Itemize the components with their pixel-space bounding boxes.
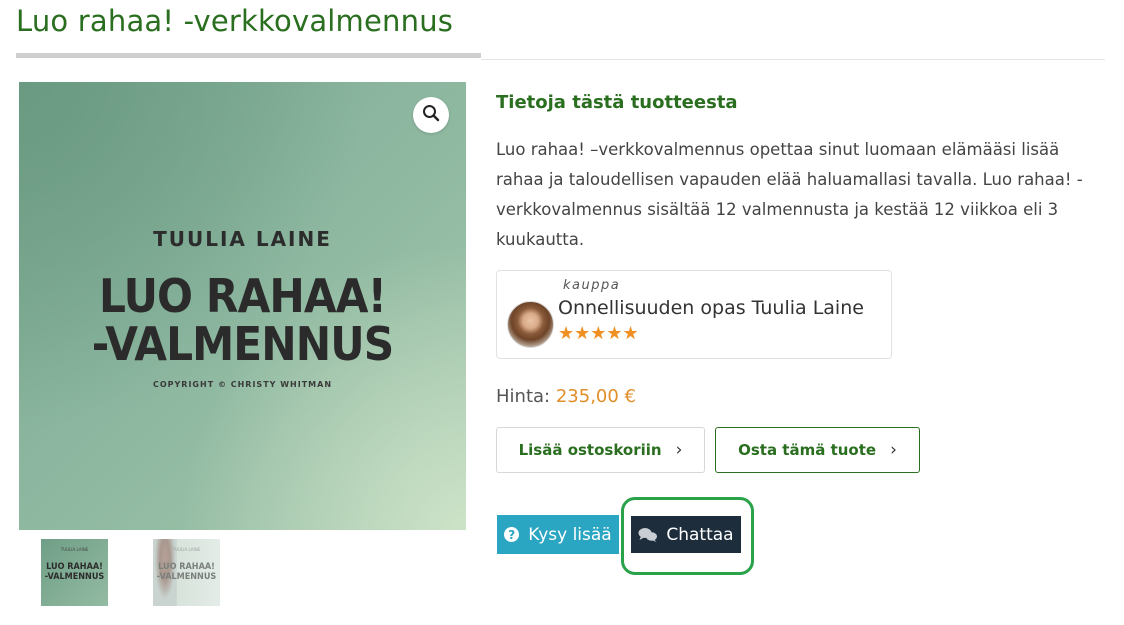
buy-now-button[interactable]: Osta tämä tuote ›	[715, 427, 920, 473]
store-name: Onnellisuuden opas Tuulia Laine	[558, 297, 864, 319]
ask-more-button[interactable]: ? Kysy lisää	[497, 515, 619, 554]
price-row: Hinta: 235,00 €	[496, 386, 636, 407]
cover-author: TUULIA LAINE	[153, 227, 332, 251]
thumbnail-title-line-2: -VALMENNUS	[156, 572, 217, 582]
gallery-thumbnail-2[interactable]: TUULIA LAINE LUO RAHAA! -VALMENNUS	[153, 539, 220, 606]
add-to-cart-button[interactable]: Lisää ostoskoriin ›	[496, 427, 705, 473]
star-rating-icon: ★★★★★	[558, 323, 639, 344]
chat-label: Chattaa	[666, 524, 734, 545]
product-info-heading: Tietoja tästä tuotteesta	[496, 92, 738, 113]
cover-title-line-2: -VALMENNUS	[91, 317, 395, 371]
product-main-image[interactable]: TUULIA LAINE LUO RAHAA! -VALMENNUS COPYR…	[19, 82, 466, 530]
chat-button[interactable]: Chattaa	[631, 516, 741, 553]
cover-title-line-1: LUO RAHAA!	[99, 269, 387, 323]
chevron-right-icon: ›	[890, 440, 897, 460]
price-value: 235,00 €	[555, 386, 636, 407]
ask-more-label: Kysy lisää	[528, 524, 612, 545]
chevron-right-icon: ›	[675, 440, 683, 460]
title-underline	[16, 53, 481, 58]
store-label: kauppa	[563, 278, 621, 293]
thumbnail-title: LUO RAHAA! -VALMENNUS	[44, 562, 104, 582]
thumbnail-title: LUO RAHAA! -VALMENNUS	[156, 562, 216, 582]
thumbnail-title-line-1: LUO RAHAA!	[158, 562, 215, 572]
chat-bubbles-icon	[638, 527, 658, 543]
question-icon: ?	[504, 527, 520, 542]
cover-title: LUO RAHAA! -VALMENNUS	[37, 272, 448, 368]
store-card[interactable]: kauppa Onnellisuuden opas Tuulia Laine ★…	[496, 270, 892, 359]
zoom-button[interactable]	[413, 97, 449, 133]
product-description: Luo rahaa! –verkkovalmennus opettaa sinu…	[496, 140, 1083, 249]
title-divider	[481, 59, 1105, 60]
buy-now-label: Osta tämä tuote	[738, 441, 877, 459]
gallery-thumbnail-1[interactable]: TUULIA LAINE LUO RAHAA! -VALMENNUS	[41, 539, 108, 606]
avatar	[507, 301, 554, 348]
thumbnail-title-line-2: -VALMENNUS	[44, 572, 105, 582]
add-to-cart-label: Lisää ostoskoriin	[518, 441, 662, 459]
thumbnail-author: TUULIA LAINE	[60, 547, 89, 552]
thumbnail-author: TUULIA LAINE	[172, 547, 201, 552]
cover-copyright: COPYRIGHT © CHRISTY WHITMAN	[152, 380, 333, 389]
page-title: Luo rahaa! -verkkovalmennus	[16, 4, 454, 38]
search-icon	[422, 104, 440, 126]
thumbnail-title-line-1: LUO RAHAA!	[46, 562, 103, 572]
price-label: Hinta:	[496, 386, 551, 407]
